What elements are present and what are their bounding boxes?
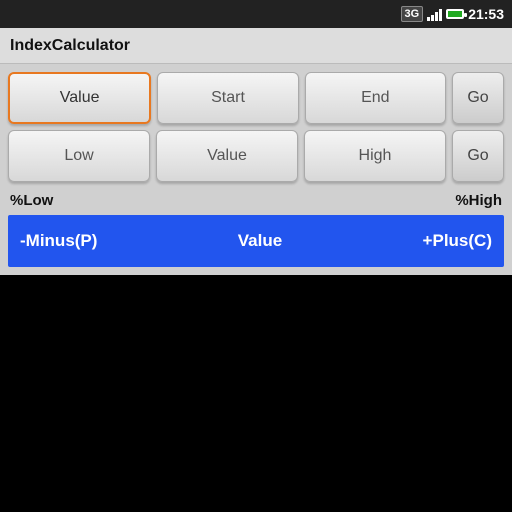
status-icons: 3G 21:53 (401, 6, 505, 22)
high-button[interactable]: High (304, 130, 446, 182)
value-button-2[interactable]: Value (156, 130, 298, 182)
value-button[interactable]: Value (8, 72, 151, 124)
result-row: -Minus(P) Value +Plus(C) (8, 215, 504, 267)
low-button[interactable]: Low (8, 130, 150, 182)
end-button[interactable]: End (305, 72, 446, 124)
title-bar: IndexCalculator (0, 28, 512, 64)
plus-label: +Plus(C) (423, 231, 492, 251)
percent-row: %Low %High (8, 188, 504, 213)
button-row-2: Low Value High Go (8, 130, 504, 182)
go-button-1[interactable]: Go (452, 72, 504, 124)
app-content: Value Start End Go Low Value High Go %Lo… (0, 64, 512, 275)
status-bar: 3G 21:53 (0, 0, 512, 28)
signal-bars-icon (427, 7, 442, 21)
percent-low-label: %Low (10, 192, 53, 209)
bottom-area (0, 275, 512, 511)
status-time: 21:53 (468, 6, 504, 22)
percent-high-label: %High (455, 192, 502, 209)
network-type-icon: 3G (401, 6, 424, 22)
result-value-label: Value (238, 231, 282, 251)
minus-label: -Minus(P) (20, 231, 97, 251)
start-button[interactable]: Start (157, 72, 298, 124)
battery-icon (446, 9, 464, 19)
go-button-2[interactable]: Go (452, 130, 504, 182)
button-row-1: Value Start End Go (8, 72, 504, 124)
app-title: IndexCalculator (10, 37, 130, 55)
